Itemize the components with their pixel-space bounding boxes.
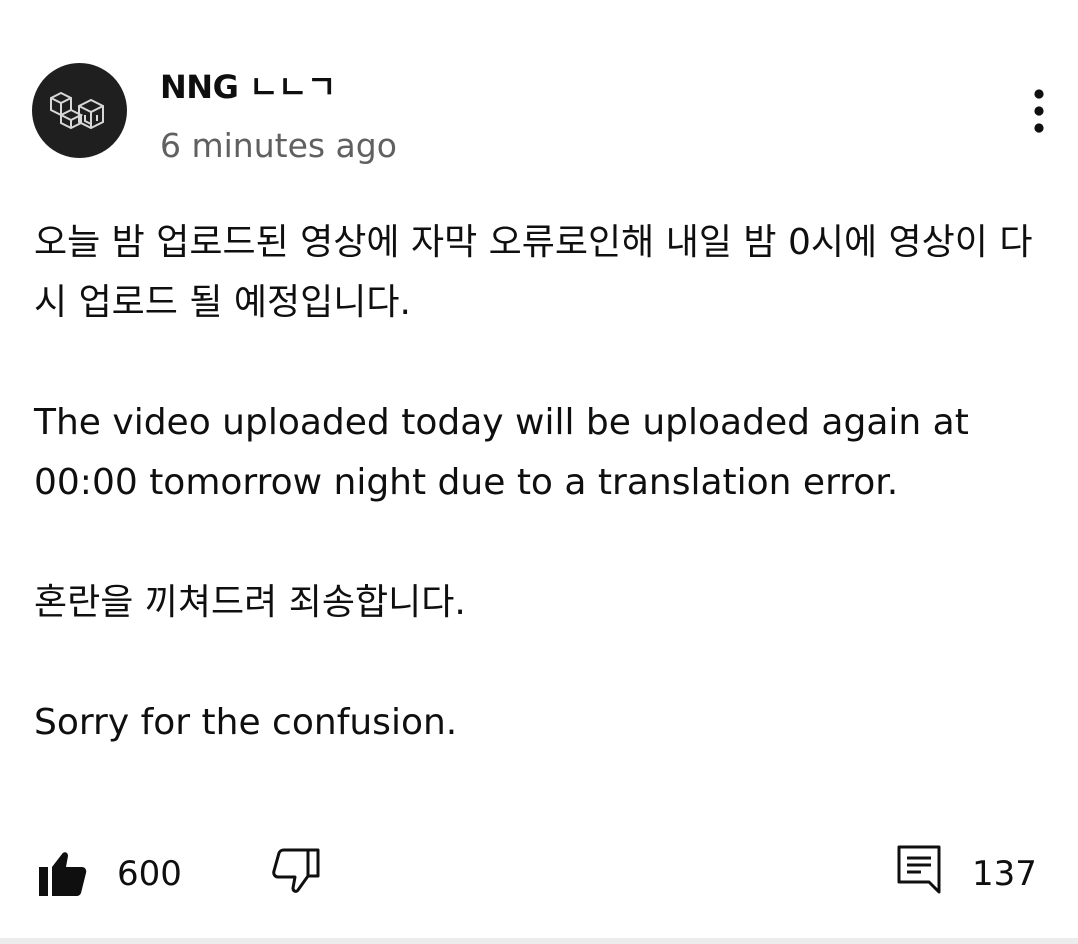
author-name[interactable]: NNG ㄴㄴㄱ xyxy=(160,62,336,108)
comment-paragraph: Sorry for the confusion. xyxy=(34,702,458,743)
comment-body: 오늘 밤 업로드된 영상에 자막 오류로인해 내일 밤 0시에 영상이 다시 업… xyxy=(34,213,1034,753)
comment-icon xyxy=(897,845,941,894)
reply-count: 137 xyxy=(972,854,1037,894)
dislike-button[interactable] xyxy=(270,846,320,896)
cube-logo-icon xyxy=(49,91,104,129)
thumb-up-icon xyxy=(39,852,87,896)
comment-paragraph: 오늘 밤 업로드된 영상에 자막 오류로인해 내일 밤 0시에 영상이 다시 업… xyxy=(34,222,1033,323)
comment-timestamp: 6 minutes ago xyxy=(160,126,397,165)
more-options-button[interactable] xyxy=(1018,86,1060,136)
reply-button[interactable] xyxy=(896,844,944,896)
like-button[interactable] xyxy=(38,848,88,898)
divider xyxy=(0,938,1078,944)
community-comment: NNG ㄴㄴㄱ 6 minutes ago 오늘 밤 업로드된 영상에 자막 오… xyxy=(0,0,1078,944)
comment-actions: 600 137 xyxy=(0,840,1078,910)
avatar[interactable] xyxy=(32,63,127,158)
comment-paragraph: The video uploaded today will be uploade… xyxy=(34,402,969,503)
thumb-down-icon xyxy=(272,848,320,893)
comment-paragraph: 혼란을 끼쳐드려 죄송합니다. xyxy=(34,582,466,623)
more-vert-icon xyxy=(1034,89,1044,133)
like-count: 600 xyxy=(117,854,182,894)
